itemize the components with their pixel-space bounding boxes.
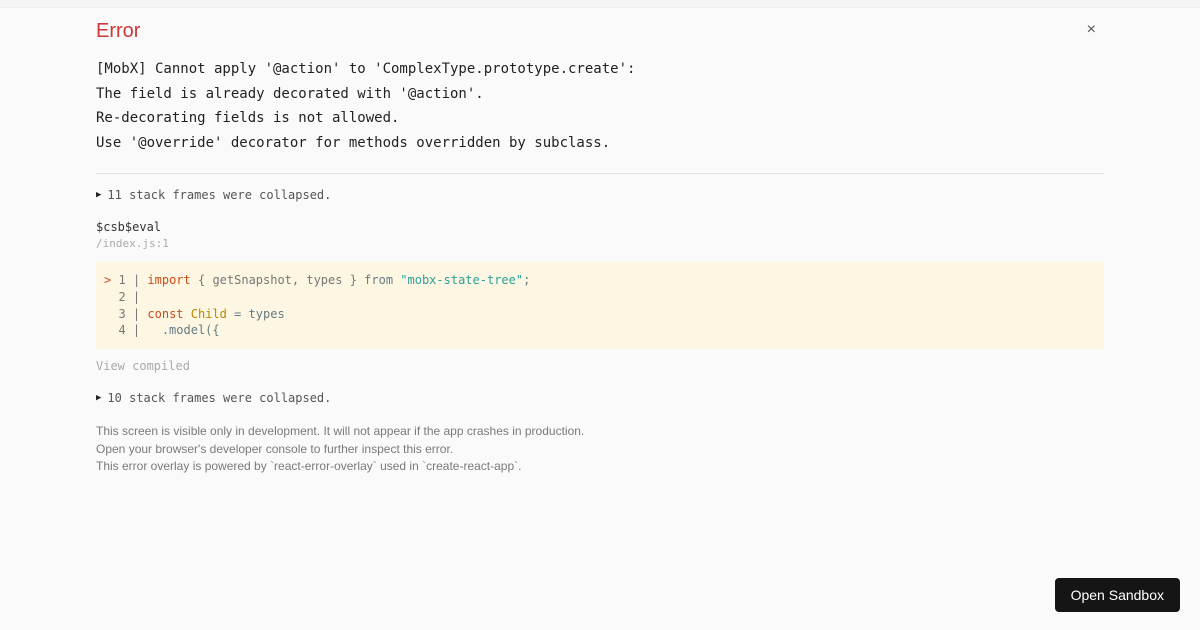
collapsed-frames-label: 10 stack frames were collapsed.	[107, 391, 331, 405]
close-button[interactable]: ×	[1087, 22, 1096, 38]
line-number: 1	[118, 273, 125, 287]
error-content: Error [MobX] Cannot apply '@action' to '…	[0, 8, 1200, 475]
code-semi: ;	[523, 273, 530, 287]
code-line: 3 | const Child = types	[96, 306, 1104, 323]
code-line: 2 |	[96, 289, 1104, 306]
error-message: [MobX] Cannot apply '@action' to 'Comple…	[96, 57, 1104, 155]
line-number: 2	[118, 290, 125, 304]
line-pipe: |	[133, 273, 140, 287]
collapsed-frames-label: 11 stack frames were collapsed.	[107, 188, 331, 202]
footer-text: This screen is visible only in developme…	[96, 423, 1104, 475]
code-text: from	[364, 273, 400, 287]
error-overlay: × Error [MobX] Cannot apply '@action' to…	[0, 8, 1200, 630]
view-compiled-link[interactable]: View compiled	[96, 359, 1104, 373]
error-message-line: [MobX] Cannot apply '@action' to 'Comple…	[96, 61, 635, 77]
error-message-line: Re-decorating fields is not allowed.	[96, 110, 399, 126]
code-snippet: > 1 | import { getSnapshot, types } from…	[96, 262, 1104, 349]
triangle-right-icon: ▶	[96, 190, 101, 200]
code-line: 4 | .model({	[96, 322, 1104, 339]
code-line: > 1 | import { getSnapshot, types } from…	[96, 272, 1104, 289]
line-number: 4	[118, 323, 125, 337]
error-line-arrow: >	[104, 273, 111, 287]
stack-file-location[interactable]: /index.js:1	[96, 237, 1104, 250]
code-text: .model({	[140, 323, 219, 337]
line-pipe: |	[133, 290, 140, 304]
collapsed-frames-second[interactable]: ▶ 10 stack frames were collapsed.	[96, 391, 1104, 405]
open-sandbox-button[interactable]: Open Sandbox	[1055, 578, 1180, 612]
top-banner	[0, 0, 1200, 8]
triangle-right-icon: ▶	[96, 393, 101, 403]
footer-line: This error overlay is powered by `react-…	[96, 458, 1104, 475]
line-pipe: |	[133, 307, 140, 321]
error-message-line: The field is already decorated with '@ac…	[96, 86, 484, 102]
divider	[96, 173, 1104, 174]
code-identifier: Child	[184, 307, 235, 321]
error-message-line: Use '@override' decorator for methods ov…	[96, 135, 610, 151]
collapsed-frames-first[interactable]: ▶ 11 stack frames were collapsed.	[96, 188, 1104, 202]
code-keyword: const	[147, 307, 183, 321]
code-keyword: import	[147, 273, 190, 287]
code-text: types	[249, 307, 285, 321]
code-string: "mobx-state-tree"	[400, 273, 523, 287]
footer-line: This screen is visible only in developme…	[96, 423, 1104, 440]
line-number: 3	[118, 307, 125, 321]
error-title: Error	[96, 20, 1104, 43]
footer-line: Open your browser's developer console to…	[96, 441, 1104, 458]
stack-function-name: $csb$eval	[96, 220, 1104, 234]
code-text: =	[234, 307, 248, 321]
code-braces: { getSnapshot, types }	[191, 273, 364, 287]
